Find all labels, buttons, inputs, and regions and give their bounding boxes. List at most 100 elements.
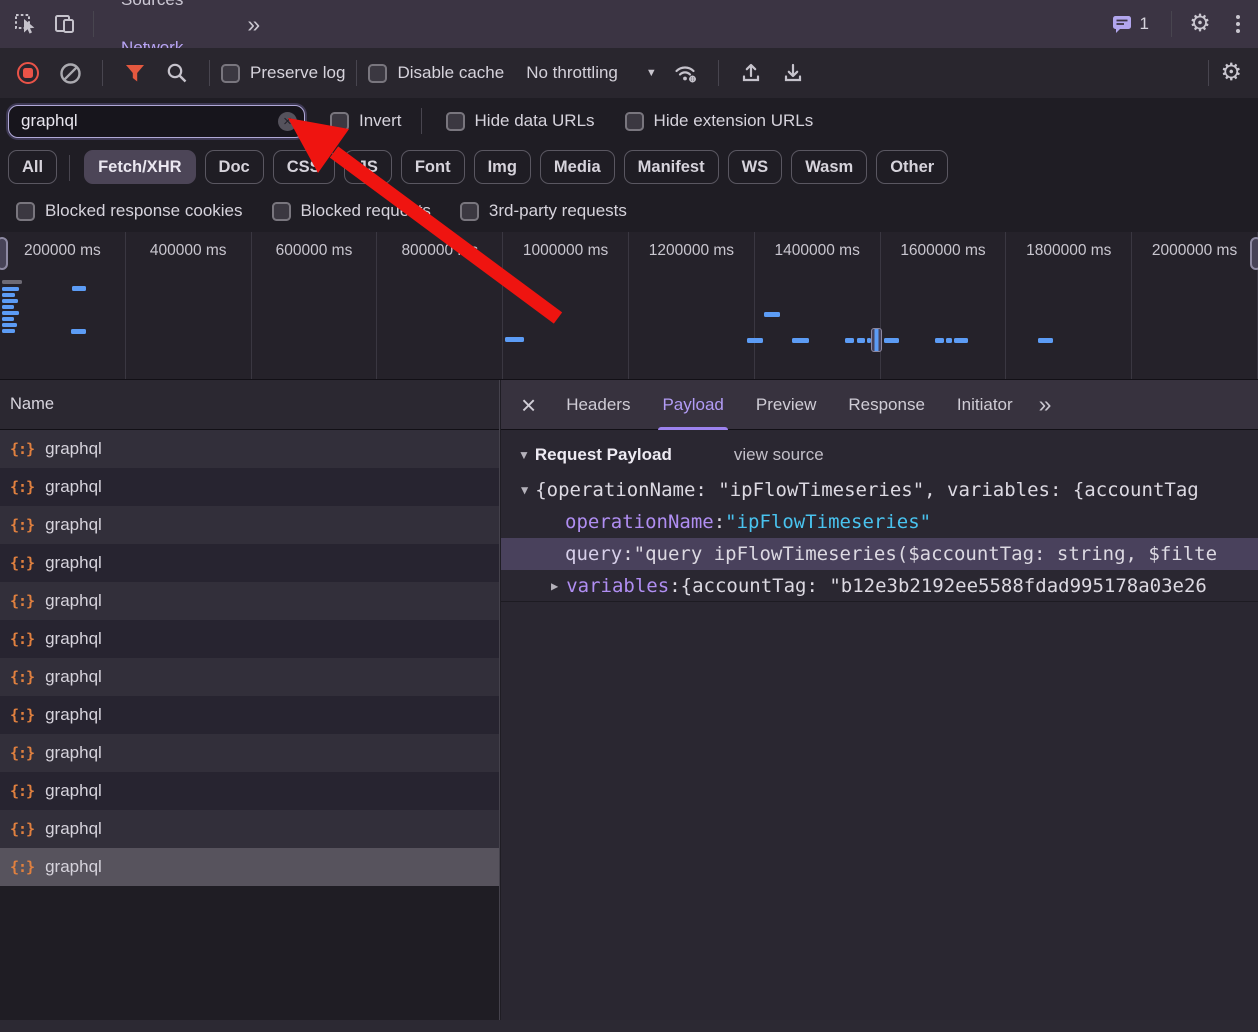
payload-query-row[interactable]: query: "query ipFlowTimeseries($accountT…	[501, 538, 1258, 570]
details-tab[interactable]: Response	[848, 380, 925, 430]
request-name: graphql	[45, 553, 102, 573]
kebab-menu-icon[interactable]	[1236, 15, 1240, 33]
expand-node-icon[interactable]: ▶	[551, 579, 558, 593]
json-request-icon: {:}	[10, 440, 34, 458]
hide-data-urls-checkbox[interactable]	[446, 112, 465, 131]
details-tab[interactable]: Preview	[756, 380, 816, 430]
resource-type-chip[interactable]: Font	[401, 150, 465, 184]
json-request-icon: {:}	[10, 668, 34, 686]
json-request-icon: {:}	[10, 592, 34, 610]
throttling-select[interactable]: No throttling ▼	[526, 63, 657, 83]
divider	[1171, 11, 1172, 37]
network-conditions-icon[interactable]	[671, 58, 701, 88]
details-tab[interactable]: Headers	[566, 380, 630, 430]
resource-type-chip[interactable]: Manifest	[624, 150, 719, 184]
chevron-down-icon: ▼	[646, 67, 657, 79]
advanced-filter-label: 3rd-party requests	[489, 201, 627, 221]
waterfall-bar	[764, 312, 780, 317]
request-name: graphql	[45, 857, 102, 877]
request-name: graphql	[45, 477, 102, 497]
resource-type-chip[interactable]: Img	[474, 150, 531, 184]
timeline-left-grip[interactable]	[0, 237, 8, 270]
network-request-row[interactable]: {:} graphql	[0, 658, 499, 696]
import-har-icon[interactable]	[736, 58, 766, 88]
network-request-row[interactable]: {:} graphql	[0, 734, 499, 772]
waterfall-bar	[792, 338, 809, 343]
network-request-row[interactable]: {:} graphql	[0, 582, 499, 620]
payload-root-row[interactable]: ▼ {operationName: "ipFlowTimeseries", va…	[501, 474, 1258, 506]
invert-label: Invert	[359, 111, 402, 131]
resource-type-chip[interactable]: Other	[876, 150, 948, 184]
resource-type-filter-bar: All Fetch/XHR Doc CSS JS Font Img Media Manifest…	[0, 144, 1258, 190]
network-request-row[interactable]: {:} graphql	[0, 430, 499, 468]
issues-bubble-icon	[1111, 13, 1133, 35]
resource-type-chip[interactable]: JS	[344, 150, 392, 184]
filter-input[interactable]	[21, 111, 278, 131]
network-request-row[interactable]: {:} graphql	[0, 506, 499, 544]
resource-type-chip[interactable]: All	[8, 150, 57, 184]
filter-toggle-icon[interactable]	[120, 58, 150, 88]
inspect-element-icon[interactable]	[8, 7, 42, 41]
network-request-row[interactable]: {:} graphql	[0, 468, 499, 506]
settings-gear-icon[interactable]: ⚙	[1183, 7, 1217, 41]
network-request-row[interactable]: {:} graphql	[0, 696, 499, 734]
collapse-node-icon[interactable]: ▼	[521, 483, 528, 497]
json-request-icon: {:}	[10, 782, 34, 800]
details-tab[interactable]: Payload	[662, 380, 723, 430]
advanced-filter-checkbox[interactable]	[460, 202, 479, 221]
export-har-icon[interactable]	[778, 58, 808, 88]
resource-type-chip[interactable]: Wasm	[791, 150, 867, 184]
issues-button[interactable]: 1	[1111, 13, 1149, 35]
payload-operation-row[interactable]: operationName: "ipFlowTimeseries"	[501, 506, 1258, 538]
clear-network-log-icon[interactable]	[55, 58, 85, 88]
divider	[209, 60, 210, 86]
resource-type-chip[interactable]: CSS	[273, 150, 335, 184]
resource-type-chip[interactable]: Media	[540, 150, 615, 184]
json-request-icon: {:}	[10, 630, 34, 648]
request-name: graphql	[45, 515, 102, 535]
waterfall-bar	[2, 287, 19, 291]
resource-type-chip[interactable]: Fetch/XHR	[84, 150, 195, 184]
waterfall-bar	[2, 299, 18, 303]
network-request-row[interactable]: {:} graphql	[0, 772, 499, 810]
waterfall-bar	[935, 338, 944, 343]
record-network-log-button[interactable]	[17, 62, 39, 84]
request-payload-title: Request Payload	[535, 445, 672, 465]
waterfall-bar	[505, 337, 524, 342]
resource-type-chip[interactable]: WS	[728, 150, 783, 184]
timeline-right-grip[interactable]	[1250, 237, 1258, 270]
panel-tab[interactable]: Sources	[117, 0, 222, 24]
name-column-header[interactable]: Name	[0, 380, 499, 430]
waterfall-bar	[2, 280, 22, 284]
search-icon[interactable]	[162, 58, 192, 88]
more-details-tabs-icon[interactable]: »	[1039, 393, 1052, 416]
network-request-row[interactable]: {:} graphql	[0, 848, 499, 886]
json-request-icon: {:}	[10, 706, 34, 724]
collapse-section-icon[interactable]: ▼	[518, 448, 530, 462]
json-request-icon: {:}	[10, 554, 34, 572]
disable-cache-checkbox[interactable]	[368, 64, 387, 83]
advanced-filter-checkbox[interactable]	[16, 202, 35, 221]
divider	[102, 60, 103, 86]
preserve-log-checkbox[interactable]	[221, 64, 240, 83]
tabbar-right-cluster: 1 ⚙	[1111, 7, 1258, 41]
advanced-filter-checkbox[interactable]	[272, 202, 291, 221]
close-details-icon[interactable]: ×	[521, 392, 536, 418]
network-request-row[interactable]: {:} graphql	[0, 620, 499, 658]
invert-checkbox[interactable]	[330, 112, 349, 131]
network-overview-timeline[interactable]: 200000 ms400000 ms600000 ms800000 ms1000…	[0, 232, 1258, 380]
network-request-row[interactable]: {:} graphql	[0, 544, 499, 582]
hide-extension-urls-checkbox[interactable]	[625, 112, 644, 131]
device-toolbar-icon[interactable]	[48, 7, 82, 41]
waterfall-bar	[747, 338, 763, 343]
filter-input-wrap: ×	[8, 105, 305, 138]
view-source-link[interactable]: view source	[734, 445, 824, 465]
hide-extension-urls-label: Hide extension URLs	[654, 111, 814, 131]
details-tab[interactable]: Initiator	[957, 380, 1013, 430]
network-request-row[interactable]: {:} graphql	[0, 810, 499, 848]
resource-type-chip[interactable]: Doc	[205, 150, 264, 184]
clear-filter-icon[interactable]: ×	[278, 112, 297, 131]
payload-variables-row[interactable]: ▶ variables: {accountTag: "b12e3b2192ee5…	[501, 570, 1258, 602]
more-panels-icon[interactable]: »	[247, 13, 260, 36]
network-settings-gear-icon[interactable]: ⚙	[1220, 61, 1242, 85]
